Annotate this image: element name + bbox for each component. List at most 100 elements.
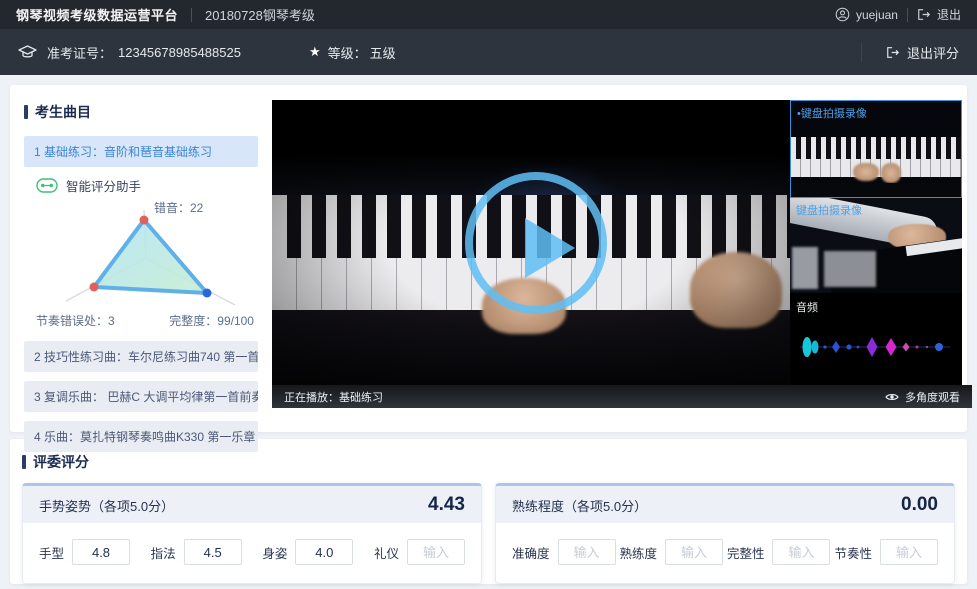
brand-area: 钢琴视频考级数据运营平台 20180728钢琴考级 [16, 5, 315, 24]
song-item-4[interactable]: 4 乐曲：莫扎特钢琴奏鸣曲K330 第一乐章 [24, 421, 258, 452]
blurred-patch-1 [792, 247, 818, 289]
exam-info-bar: 准考证号： 12345678985488525 ★ 等级：五级 退出评分 [0, 29, 977, 75]
mini-hand-left [853, 163, 879, 181]
field-accuracy: 准确度 [512, 539, 616, 565]
level-group: ★ 等级：五级 [309, 43, 396, 62]
user-icon [835, 7, 850, 22]
rhythm-label: 节奏性 [834, 543, 872, 562]
exit-scoring-icon [886, 46, 900, 59]
thumbnail-keyboard-side[interactable]: 键盘拍摄录像 [790, 198, 962, 293]
multi-angle-button[interactable]: 多角度观看 [885, 389, 960, 405]
posture-input[interactable] [295, 539, 353, 565]
title-accent-bar [24, 105, 28, 119]
thumbnail-audio[interactable]: 音频 [790, 293, 962, 385]
user-divider [907, 8, 908, 22]
main-content: 考生曲目 1 基础练习：音阶和琶音基础练习 智能评分助手 [0, 75, 977, 584]
song-item-2[interactable]: 2 技巧性练习曲：车尔尼练习曲740 第一首 [24, 341, 258, 372]
ai-assistant-icon [36, 178, 58, 193]
logout-button[interactable]: 退出 [917, 6, 961, 23]
thumbnail-keyboard-top[interactable]: •键盘拍摄录像 [790, 100, 962, 198]
level-label: 等级： [328, 43, 367, 62]
field-proficiency: 熟练度 [619, 539, 723, 565]
main-video-player[interactable] [272, 100, 800, 385]
mini-black-keys [794, 137, 962, 159]
radar-label-rhythm-errors: 节奏错误处：3 [36, 312, 115, 329]
video-zone: •键盘拍摄录像 键盘拍摄录像 音频 [272, 100, 962, 408]
field-hand-shape: 手型 [39, 539, 130, 565]
star-icon: ★ [309, 44, 321, 60]
exit-scoring-button[interactable]: 退出评分 [861, 43, 959, 62]
panel-1-total-score: 4.43 [428, 494, 465, 516]
song-item-3[interactable]: 3 复调乐曲： 巴赫C 大调平均律第一首前奏曲 [24, 381, 258, 412]
posture-label: 身姿 [262, 543, 287, 562]
panel-2-body: 准确度 熟练度 完整性 节奏性 [496, 523, 954, 583]
app-title: 钢琴视频考级数据运营平台 [16, 5, 178, 24]
hand-shape-label: 手型 [39, 543, 64, 562]
panel-1-header: 手势姿势（各项5.0分） 4.43 [23, 486, 481, 523]
eye-icon [885, 392, 899, 402]
username: yuejuan [856, 8, 898, 22]
graduation-cap-icon [18, 45, 37, 60]
field-rhythm: 节奏性 [834, 539, 938, 565]
panel-1-body: 手型 指法 身姿 礼仪 [23, 523, 481, 583]
completeness-input[interactable] [772, 539, 830, 565]
hand-shape-input[interactable] [72, 539, 130, 565]
mini-keyboard-front [791, 183, 961, 197]
etiquette-input[interactable] [407, 539, 465, 565]
title-divider [191, 8, 192, 22]
fingering-label: 指法 [151, 543, 176, 562]
radar-chart: 错音：22 节奏错误处：3 完整度：99/100 [34, 199, 258, 329]
assistant-title: 智能评分助手 [66, 176, 141, 195]
field-etiquette: 礼仪 [374, 539, 465, 565]
rhythm-input[interactable] [880, 539, 938, 565]
accuracy-label: 准确度 [512, 543, 550, 562]
top-bar: 钢琴视频考级数据运营平台 20180728钢琴考级 yuejuan 退出 [0, 0, 977, 29]
level-value: 五级 [370, 43, 396, 62]
radar-label-wrong-notes: 错音：22 [154, 199, 203, 216]
exam-info-left: 准考证号： 12345678985488525 ★ 等级：五级 [18, 43, 396, 62]
judge-scoring-card: 评委评分 手势姿势（各项5.0分） 4.43 手型 指法 [10, 439, 967, 584]
mini-hand-right [881, 163, 901, 183]
radar-svg [34, 208, 259, 314]
field-fingering: 指法 [151, 539, 242, 565]
audio-waveform [794, 325, 958, 369]
panel-2-title: 熟练程度（各项5.0分） [512, 496, 647, 515]
player-control-bar: 正在播放：基础练习 多角度观看 [272, 385, 972, 408]
panel-2-header: 熟练程度（各项5.0分） 0.00 [496, 486, 954, 523]
multi-angle-label: 多角度观看 [905, 389, 960, 405]
proficiency-label: 熟练度 [619, 543, 657, 562]
etiquette-label: 礼仪 [374, 543, 399, 562]
user-menu[interactable]: yuejuan [835, 7, 898, 22]
thumbnail-1-text: 键盘拍摄录像 [801, 108, 867, 120]
assistant-header: 智能评分助手 [36, 176, 258, 195]
playlist-sidebar: 考生曲目 1 基础练习：音阶和琶音基础练习 智能评分助手 [24, 100, 272, 432]
session-title: 20180728钢琴考级 [205, 5, 315, 24]
panel-2-total-score: 0.00 [901, 494, 938, 516]
audio-label: 音频 [796, 299, 818, 315]
blurred-patch-2 [824, 251, 876, 287]
admission-label: 准考证号： [47, 43, 112, 62]
proficiency-input[interactable] [665, 539, 723, 565]
logout-label: 退出 [937, 6, 961, 23]
accuracy-input[interactable] [558, 539, 616, 565]
admission-number: 12345678985488525 [118, 45, 241, 60]
thumbnail-1-label: •键盘拍摄录像 [797, 105, 867, 121]
scoring-title: 评委评分 [22, 452, 955, 472]
field-posture: 身姿 [262, 539, 353, 565]
fingering-input[interactable] [184, 539, 242, 565]
panel-proficiency: 熟练程度（各项5.0分） 0.00 准确度 熟练度 完整性 [495, 483, 955, 584]
scoring-title-text: 评委评分 [33, 452, 89, 472]
panel-1-title: 手势姿势（各项5.0分） [39, 496, 174, 515]
song-item-1[interactable]: 1 基础练习：音阶和琶音基础练习 [24, 136, 258, 167]
angle-thumbnails: •键盘拍摄录像 键盘拍摄录像 音频 [790, 100, 962, 385]
thumbnail-2-label: 键盘拍摄录像 [796, 202, 862, 218]
exam-card: 考生曲目 1 基础练习：音阶和琶音基础练习 智能评分助手 [10, 85, 967, 432]
scoring-panels: 手势姿势（各项5.0分） 4.43 手型 指法 身姿 [22, 483, 955, 584]
field-completeness: 完整性 [727, 539, 831, 565]
play-button[interactable] [465, 172, 607, 314]
playlist-title-text: 考生曲目 [35, 102, 91, 122]
completeness-label: 完整性 [727, 543, 765, 562]
exit-scoring-label: 退出评分 [907, 43, 959, 62]
title-accent-bar [22, 455, 26, 469]
user-area: yuejuan 退出 [835, 6, 961, 23]
